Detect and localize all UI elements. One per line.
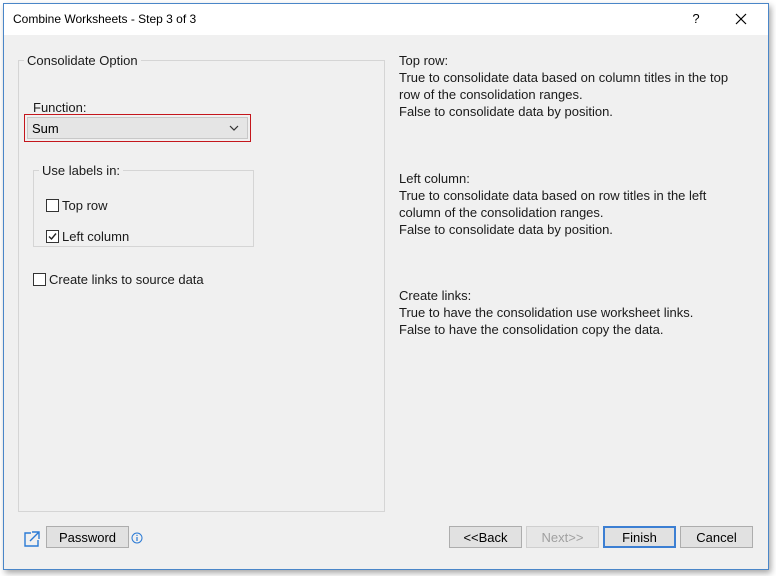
password-button[interactable]: Password [46, 526, 129, 548]
left-column-checkbox-row[interactable]: Left column [46, 229, 166, 245]
create-links-checkbox-label: Create links to source data [49, 272, 204, 287]
finish-button[interactable]: Finish [603, 526, 676, 548]
help-top-row-line3: False to consolidate data by position. [399, 104, 613, 119]
top-row-checkbox-row[interactable]: Top row [46, 198, 166, 214]
top-row-checkbox[interactable] [46, 199, 59, 212]
chevron-down-icon [229, 125, 239, 131]
create-links-checkbox-row[interactable]: Create links to source data [33, 272, 233, 288]
left-column-checkbox[interactable] [46, 230, 59, 243]
help-top-row-line2: row of the consolidation ranges. [399, 87, 583, 102]
info-icon[interactable] [131, 532, 143, 544]
use-labels-group: Use labels in: Top row Left column [33, 163, 254, 247]
help-create-links: Create links: True to have the consolida… [399, 287, 759, 338]
help-left-column: Left column: True to consolidate data ba… [399, 170, 759, 238]
help-create-links-heading: Create links: [399, 288, 472, 303]
window-title: Combine Worksheets - Step 3 of 3 [13, 12, 197, 26]
help-button[interactable]: ? [684, 8, 708, 30]
help-left-column-heading: Left column: [399, 171, 470, 186]
help-top-row-heading: Top row: [399, 53, 449, 68]
function-select[interactable]: Sum [24, 114, 251, 142]
create-links-checkbox[interactable] [33, 273, 46, 286]
function-select-value: Sum [32, 121, 59, 136]
next-button[interactable]: Next>> [526, 526, 599, 548]
dialog-window: Combine Worksheets - Step 3 of 3 ? Conso… [3, 3, 769, 570]
help-left-column-line1: True to consolidate data based on row ti… [399, 188, 707, 203]
top-row-checkbox-label: Top row [62, 198, 108, 213]
help-create-links-line2: False to have the consolidation copy the… [399, 322, 664, 337]
help-left-column-line2: column of the consolidation ranges. [399, 205, 604, 220]
close-button[interactable] [726, 8, 756, 30]
checkmark-icon [48, 233, 57, 241]
consolidate-option-group: Consolidate Option Function: Sum Use lab… [18, 53, 385, 512]
help-top-row-line1: True to consolidate data based on column… [399, 70, 729, 85]
cancel-button[interactable]: Cancel [680, 526, 753, 548]
consolidate-option-label: Consolidate Option [27, 53, 138, 68]
close-icon [735, 13, 747, 25]
function-label: Function: [33, 100, 87, 115]
back-button[interactable]: <<Back [449, 526, 522, 548]
left-column-checkbox-label: Left column [62, 229, 130, 244]
use-labels-label: Use labels in: [42, 163, 121, 178]
help-left-column-line3: False to consolidate data by position. [399, 222, 613, 237]
share-icon[interactable] [22, 530, 41, 549]
help-top-row: Top row: True to consolidate data based … [399, 52, 759, 120]
help-create-links-line1: True to have the consolidation use works… [399, 305, 694, 320]
title-bar: Combine Worksheets - Step 3 of 3 ? [4, 4, 768, 35]
